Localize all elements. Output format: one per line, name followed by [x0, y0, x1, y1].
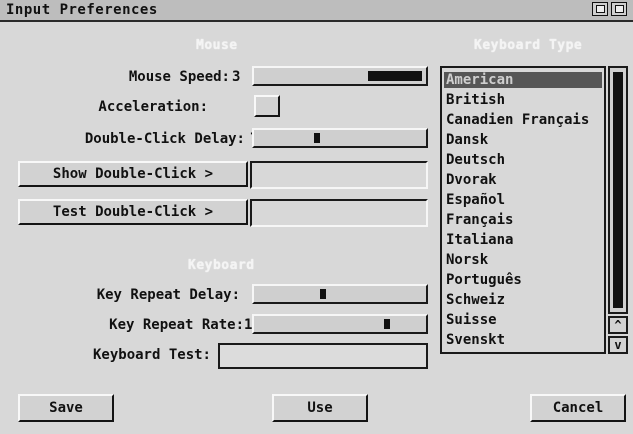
- keyboard-section-label: Keyboard: [188, 258, 255, 273]
- mouse-speed-label: Mouse Speed:: [128, 69, 230, 85]
- keyboard-type-scrollbar[interactable]: ^ v: [608, 66, 628, 354]
- list-item[interactable]: American: [444, 72, 602, 88]
- zoom-gadget-icon[interactable]: [592, 2, 608, 16]
- list-item[interactable]: Norsk: [446, 252, 488, 268]
- mouse-speed-slider-knob[interactable]: [368, 71, 422, 81]
- double-click-delay-slider[interactable]: [252, 128, 428, 148]
- list-item[interactable]: Italiana: [446, 232, 513, 248]
- list-item[interactable]: Français: [446, 212, 513, 228]
- list-item[interactable]: Schweiz: [446, 292, 505, 308]
- depth-gadget-icon[interactable]: [611, 2, 627, 16]
- show-double-click-display: [250, 161, 428, 189]
- keyboard-test-label: Keyboard Test:: [92, 347, 211, 363]
- key-repeat-delay-slider-knob[interactable]: [320, 289, 326, 299]
- show-double-click-button[interactable]: Show Double-Click >: [18, 161, 248, 187]
- mouse-speed-slider[interactable]: [252, 66, 428, 86]
- list-item[interactable]: Dansk: [446, 132, 488, 148]
- cancel-button[interactable]: Cancel: [530, 394, 626, 422]
- save-button[interactable]: Save: [18, 394, 114, 422]
- keyboard-type-list[interactable]: American British Canadien Français Dansk…: [440, 66, 606, 354]
- key-repeat-delay-label: Key Repeat Delay:: [96, 287, 240, 303]
- list-item[interactable]: Deutsch: [446, 152, 505, 168]
- key-repeat-delay-slider[interactable]: [252, 284, 428, 304]
- double-click-delay-label: Double-Click Delay:: [84, 131, 245, 147]
- scrollbar-thumb[interactable]: [613, 72, 623, 308]
- list-item[interactable]: Suisse: [446, 312, 497, 328]
- key-repeat-rate-label: Key Repeat Rate:: [109, 317, 244, 333]
- list-item[interactable]: Dvorak: [446, 172, 497, 188]
- test-double-click-area[interactable]: [250, 199, 428, 227]
- keyboard-test-input[interactable]: [218, 343, 428, 369]
- mouse-section-label: Mouse: [196, 38, 238, 53]
- input-preferences-window: Input Preferences Mouse Mouse Speed: 3 A…: [0, 0, 633, 434]
- test-double-click-button[interactable]: Test Double-Click >: [18, 199, 248, 225]
- acceleration-label: Acceleration:: [98, 99, 208, 115]
- list-item[interactable]: British: [446, 92, 505, 108]
- key-repeat-rate-slider[interactable]: [252, 314, 428, 334]
- list-item[interactable]: Canadien Français: [446, 112, 589, 128]
- scroll-down-arrow-icon[interactable]: v: [608, 336, 628, 354]
- acceleration-checkbox[interactable]: [254, 95, 280, 117]
- list-item[interactable]: Svenskt: [446, 332, 505, 348]
- keyboard-type-section-label: Keyboard Type: [474, 38, 583, 53]
- window-title: Input Preferences: [6, 2, 158, 18]
- scrollbar-track[interactable]: [608, 66, 628, 314]
- use-button[interactable]: Use: [272, 394, 368, 422]
- list-item[interactable]: Español: [446, 192, 505, 208]
- list-item[interactable]: Português: [446, 272, 522, 288]
- mouse-speed-value: 3: [232, 69, 241, 85]
- double-click-delay-slider-knob[interactable]: [314, 133, 320, 143]
- scroll-up-arrow-icon[interactable]: ^: [608, 316, 628, 334]
- key-repeat-rate-slider-knob[interactable]: [384, 319, 390, 329]
- title-bar[interactable]: Input Preferences: [0, 0, 633, 22]
